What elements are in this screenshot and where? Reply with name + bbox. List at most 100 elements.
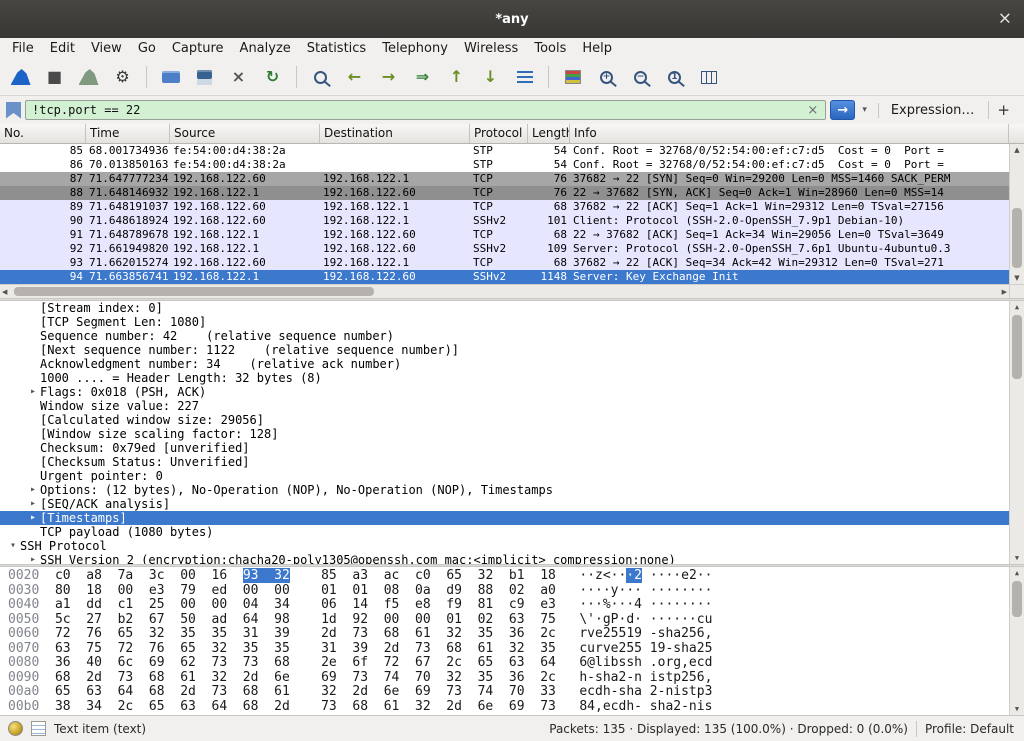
stop-capture-button[interactable]: ■ <box>40 63 69 91</box>
colorize-packets-button[interactable] <box>558 63 587 91</box>
menu-wireless[interactable]: Wireless <box>456 39 526 58</box>
menu-go[interactable]: Go <box>130 39 164 58</box>
go-to-first-packet-button[interactable]: ↑ <box>442 63 471 91</box>
detail-line[interactable]: Urgent pointer: 0 <box>0 469 1024 483</box>
open-capture-file-button[interactable] <box>156 63 185 91</box>
titlebar[interactable]: *any × <box>0 0 1024 38</box>
column-header-time[interactable]: Time <box>86 124 170 143</box>
menu-statistics[interactable]: Statistics <box>299 39 374 58</box>
vscroll-thumb[interactable] <box>1012 581 1022 617</box>
start-capture-button[interactable] <box>6 63 35 91</box>
go-back-button[interactable]: ← <box>340 63 369 91</box>
menu-file[interactable]: File <box>4 39 42 58</box>
expander-right-icon[interactable]: ▸ <box>26 483 40 497</box>
bytes-vscrollbar[interactable]: ▲ ▼ <box>1009 567 1024 715</box>
close-capture-file-button[interactable]: × <box>224 63 253 91</box>
packet-row[interactable]: 9471.663856741192.168.122.1192.168.122.6… <box>0 270 1009 284</box>
menu-telephony[interactable]: Telephony <box>374 39 456 58</box>
menu-help[interactable]: Help <box>574 39 620 58</box>
detail-line[interactable]: ▸SSH Version 2 (encryption:chacha20-poly… <box>0 553 1024 564</box>
scroll-up-icon[interactable]: ▲ <box>1010 301 1024 313</box>
go-forward-button[interactable]: → <box>374 63 403 91</box>
hex-row[interactable]: 00b0 38 34 2c 65 63 64 68 2d 73 68 61 32… <box>0 700 1024 715</box>
hex-row[interactable]: 0040 a1 dd c1 25 00 00 04 34 06 14 f5 e8… <box>0 598 1024 613</box>
menu-tools[interactable]: Tools <box>526 39 574 58</box>
menu-edit[interactable]: Edit <box>42 39 83 58</box>
expander-right-icon[interactable]: ▸ <box>26 385 40 399</box>
scroll-left-icon[interactable]: ◀ <box>2 285 7 298</box>
packet-row[interactable]: 9071.648618924192.168.122.60192.168.122.… <box>0 214 1009 228</box>
packet-row[interactable]: 9271.661949820192.168.122.1192.168.122.6… <box>0 242 1009 256</box>
scroll-down-icon[interactable]: ▼ <box>1010 272 1024 284</box>
detail-line[interactable]: ▸Flags: 0x018 (PSH, ACK) <box>0 385 1024 399</box>
hscroll-thumb[interactable] <box>14 287 374 296</box>
detail-line[interactable]: [Stream index: 0] <box>0 301 1024 315</box>
scroll-down-icon[interactable]: ▼ <box>1010 552 1024 564</box>
packet-row[interactable]: 9171.648789678192.168.122.1192.168.122.6… <box>0 228 1009 242</box>
vscroll-thumb[interactable] <box>1012 315 1022 379</box>
hex-row[interactable]: 0060 72 76 65 32 35 35 31 39 2d 73 68 61… <box>0 627 1024 642</box>
expander-right-icon[interactable]: ▸ <box>26 511 40 525</box>
hex-row[interactable]: 0050 5c 27 b2 67 50 ad 64 98 1d 92 00 00… <box>0 613 1024 628</box>
detail-line[interactable]: TCP payload (1080 bytes) <box>0 525 1024 539</box>
packet-row[interactable]: 8871.648146932192.168.122.1192.168.122.6… <box>0 186 1009 200</box>
detail-line[interactable]: ▾SSH Protocol <box>0 539 1024 553</box>
filter-bookmark-icon[interactable] <box>6 102 21 119</box>
hex-row[interactable]: 00a0 65 63 64 68 2d 73 68 61 32 2d 6e 69… <box>0 685 1024 700</box>
expert-info-icon[interactable] <box>8 721 23 736</box>
detail-line[interactable]: ▸[Timestamps] <box>0 511 1024 525</box>
packet-row[interactable]: 8971.648191037192.168.122.60192.168.122.… <box>0 200 1009 214</box>
expander-right-icon[interactable]: ▸ <box>26 553 40 564</box>
restart-capture-button[interactable] <box>74 63 103 91</box>
detail-line[interactable]: [Checksum Status: Unverified] <box>0 455 1024 469</box>
packet-list-vscrollbar[interactable]: ▲ ▼ <box>1009 144 1024 284</box>
detail-line[interactable]: ▸[SEQ/ACK analysis] <box>0 497 1024 511</box>
filter-apply-button[interactable]: → <box>830 100 855 120</box>
capture-comment-icon[interactable] <box>31 721 46 736</box>
expander-right-icon[interactable]: ▸ <box>26 497 40 511</box>
detail-line[interactable]: Checksum: 0x79ed [unverified] <box>0 441 1024 455</box>
packet-row[interactable]: 9371.662015274192.168.122.60192.168.122.… <box>0 256 1009 270</box>
detail-line[interactable]: [Next sequence number: 1122 (relative se… <box>0 343 1024 357</box>
column-header-length[interactable]: Length <box>528 124 570 143</box>
zoom-in-button[interactable]: + <box>592 63 621 91</box>
detail-line[interactable]: Acknowledgment number: 34 (relative ack … <box>0 357 1024 371</box>
scroll-up-icon[interactable]: ▲ <box>1010 144 1024 156</box>
hex-row[interactable]: 0090 68 2d 73 68 61 32 2d 6e 69 73 74 70… <box>0 671 1024 686</box>
packet-row[interactable]: 8771.647777234192.168.122.60192.168.122.… <box>0 172 1009 186</box>
scroll-down-icon[interactable]: ▼ <box>1010 703 1024 715</box>
menu-analyze[interactable]: Analyze <box>232 39 299 58</box>
zoom-out-button[interactable]: − <box>626 63 655 91</box>
column-header-source[interactable]: Source <box>170 124 320 143</box>
hex-row[interactable]: 0070 63 75 72 76 65 32 35 35 31 39 2d 73… <box>0 642 1024 657</box>
packet-row[interactable]: 8670.013850163fe:54:00:d4:38:2aSTP54Conf… <box>0 158 1009 172</box>
detail-line[interactable]: [Calculated window size: 29056] <box>0 413 1024 427</box>
filter-input[interactable] <box>26 103 800 117</box>
scroll-right-icon[interactable]: ▶ <box>1002 285 1007 298</box>
window-close-icon[interactable]: × <box>998 11 1012 28</box>
go-to-packet-button[interactable]: ⇒ <box>408 63 437 91</box>
filter-dropdown-icon[interactable]: ▾ <box>859 105 870 115</box>
detail-line[interactable]: Sequence number: 42 (relative sequence n… <box>0 329 1024 343</box>
detail-line[interactable]: ▸Options: (12 bytes), No-Operation (NOP)… <box>0 483 1024 497</box>
find-packet-button[interactable] <box>306 63 335 91</box>
reload-capture-file-button[interactable]: ↻ <box>258 63 287 91</box>
status-profile[interactable]: Profile: Default <box>925 722 1014 736</box>
detail-line[interactable]: [TCP Segment Len: 1080] <box>0 315 1024 329</box>
expression-button[interactable]: Expression… <box>878 103 985 118</box>
menu-view[interactable]: View <box>83 39 130 58</box>
menu-capture[interactable]: Capture <box>164 39 232 58</box>
vscroll-thumb[interactable] <box>1012 208 1022 268</box>
expander-down-icon[interactable]: ▾ <box>6 539 20 553</box>
column-header-protocol[interactable]: Protocol <box>470 124 528 143</box>
auto-scroll-button[interactable] <box>510 63 539 91</box>
details-vscrollbar[interactable]: ▲ ▼ <box>1009 301 1024 564</box>
column-header-destination[interactable]: Destination <box>320 124 470 143</box>
add-filter-button[interactable]: + <box>988 101 1018 119</box>
go-to-last-packet-button[interactable]: ↓ <box>476 63 505 91</box>
filter-clear-icon[interactable]: × <box>800 103 825 118</box>
column-header-info[interactable]: Info <box>570 124 1009 143</box>
hex-row[interactable]: 0080 36 40 6c 69 62 73 73 68 2e 6f 72 67… <box>0 656 1024 671</box>
hex-row[interactable]: 0020 c0 a8 7a 3c 00 16 93 32 85 a3 ac c0… <box>0 569 1024 584</box>
packet-row[interactable]: 8568.001734936fe:54:00:d4:38:2aSTP54Conf… <box>0 144 1009 158</box>
